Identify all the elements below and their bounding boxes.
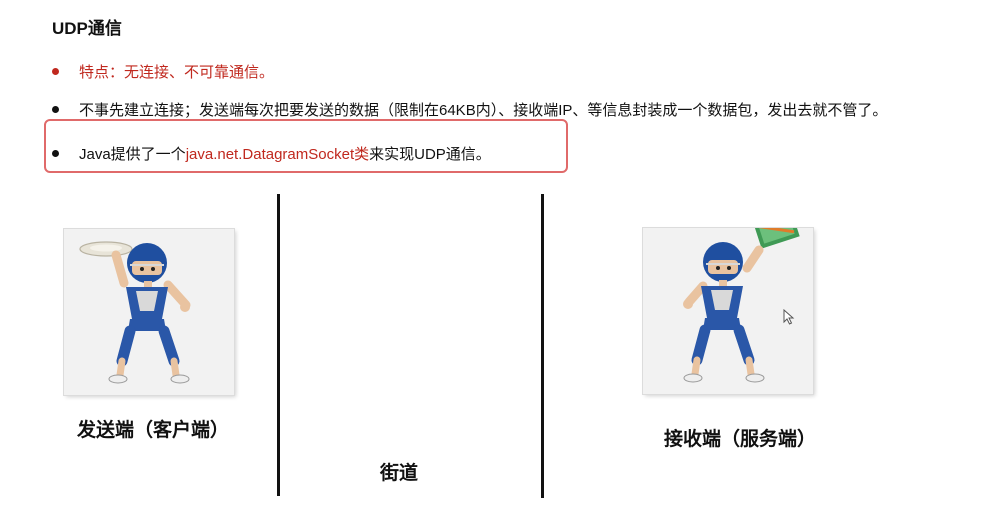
bullet-text-highlight: java.net.DatagramSocket类 (185, 146, 370, 163)
player-holding-plate-icon (79, 241, 191, 384)
street-left-divider (277, 194, 280, 496)
sender-caption: 发送端（客户端） (77, 420, 230, 441)
slide-title: UDP通信 (52, 19, 122, 38)
bullet-dot (52, 106, 59, 113)
receiver-caption: 接收端（服务端） (664, 429, 817, 450)
street-right-divider (541, 194, 544, 498)
bullet-text-prefix: Java提供了一个 (79, 146, 186, 163)
bullet-description: 不事先建立连接；发送端每次把要发送的数据（限制在64KB内）、接收端IP、等信息… (52, 99, 887, 120)
street-caption: 街道 (380, 463, 419, 484)
bullet-dot (52, 150, 59, 157)
bullet-java-api: Java提供了一个 java.net.DatagramSocket类 来实现UD… (52, 143, 491, 164)
bullet-text: 不事先建立连接；发送端每次把要发送的数据（限制在64KB内）、接收端IP、等信息… (79, 102, 888, 119)
sender-illustration (64, 229, 234, 395)
bullet-dot (52, 68, 59, 75)
bullet-text-suffix: 来实现UDP通信。 (369, 146, 491, 163)
bullet-text: 特点：无连接、不可靠通信。 (79, 64, 275, 81)
bullet-feature: 特点：无连接、不可靠通信。 (52, 61, 274, 82)
mouse-pointer-icon (783, 309, 795, 325)
